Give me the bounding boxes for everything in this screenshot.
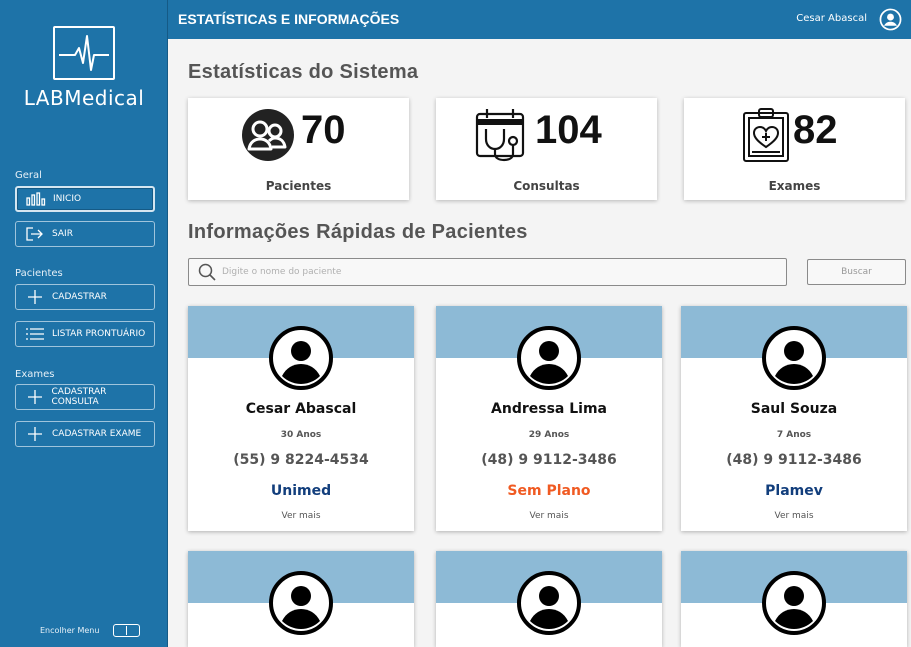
plus-icon — [24, 290, 46, 304]
patient-phone: (55) 9 8224-4534 — [233, 452, 369, 468]
sidebar-item-label: CADASTRAR CONSULTA — [51, 387, 107, 407]
sidebar-item-label: LISTAR PRONTUÁRIO — [52, 329, 146, 339]
logout-icon — [24, 227, 46, 241]
sidebar-item-label: INICIO — [53, 194, 82, 204]
patient-card — [188, 551, 414, 647]
see-more-link[interactable]: Ver mais — [436, 511, 662, 521]
sidebar-item-sair[interactable]: SAIR — [15, 221, 155, 247]
patient-card: Saul Souza 7 Anos (48) 9 9112-3486 Plame… — [681, 306, 907, 531]
patient-age: 7 Anos — [776, 430, 812, 440]
user-avatar-icon — [517, 326, 581, 390]
logo-text: LABMedical — [23, 86, 145, 110]
stat-card-exames: 82 Exames — [684, 98, 905, 200]
calendar-stethoscope-icon — [474, 107, 528, 167]
sidebar: LABMedical Geral INICIO SAIR Pacientes C… — [0, 0, 168, 647]
patient-card: Andressa Lima 29 Anos (48) 9 9112-3486 S… — [436, 306, 662, 531]
stat-label: Exames — [768, 179, 821, 193]
plus-icon — [24, 427, 46, 441]
collapse-menu-label: Encolher Menu — [40, 626, 100, 635]
sidebar-group-exames: Exames — [15, 369, 55, 380]
sidebar-item-cadastrar[interactable]: CADASTRAR — [15, 284, 155, 310]
patients-section-title: Informações Rápidas de Pacientes — [188, 221, 528, 243]
sidebar-item-cadastrar-consulta[interactable]: CADASTRAR CONSULTA — [15, 384, 155, 410]
sidebar-item-listar-prontuario[interactable]: LISTAR PRONTUÁRIO — [15, 321, 155, 347]
clipboard-heart-icon — [742, 107, 790, 167]
stat-label: Consultas — [513, 179, 580, 193]
collapse-toggle[interactable] — [113, 624, 141, 637]
top-bar: ESTATÍSTICAS E INFORMAÇÕES Cesar Abascal — [168, 0, 911, 39]
patient-name: Saul Souza — [750, 401, 838, 417]
patient-name: Andressa Lima — [491, 401, 607, 417]
patient-phone: (48) 9 9112-3486 — [726, 452, 862, 468]
main-content: Estatísticas do Sistema 70 Pacientes 104… — [168, 39, 911, 647]
search-icon — [198, 263, 216, 281]
patient-card — [681, 551, 907, 647]
search-box — [188, 258, 787, 286]
patient-card: Cesar Abascal 30 Anos (55) 9 8224-4534 U… — [188, 306, 414, 531]
see-more-link[interactable]: Ver mais — [188, 511, 414, 521]
page-title: ESTATÍSTICAS E INFORMAÇÕES — [178, 11, 400, 27]
patient-age: 29 Anos — [528, 430, 570, 440]
patient-card — [436, 551, 662, 647]
bar-chart-icon — [25, 192, 47, 206]
app: LABMedical Geral INICIO SAIR Pacientes C… — [0, 0, 911, 647]
patient-phone: (48) 9 9112-3486 — [481, 452, 617, 468]
patient-plan: Plamev — [765, 483, 823, 499]
user-avatar-icon — [269, 326, 333, 390]
user-avatar-icon — [269, 571, 333, 635]
stat-value: 82 — [793, 108, 838, 152]
stat-label: Pacientes — [265, 179, 332, 193]
sidebar-item-label: CADASTRAR EXAME — [52, 429, 142, 439]
user-name[interactable]: Cesar Abascal — [796, 13, 867, 24]
patient-plan: Sem Plano — [507, 483, 591, 499]
stat-card-consultas: 104 Consultas — [436, 98, 657, 200]
stat-value: 104 — [535, 108, 602, 152]
list-icon — [24, 327, 46, 341]
user-avatar-icon — [762, 326, 826, 390]
search-input[interactable] — [222, 267, 762, 277]
plus-icon — [24, 390, 46, 404]
patient-age: 30 Anos — [280, 430, 322, 440]
user-avatar-icon — [762, 571, 826, 635]
patient-name: Cesar Abascal — [245, 401, 357, 417]
sidebar-group-geral: Geral — [15, 170, 42, 181]
search-button[interactable]: Buscar — [807, 259, 906, 285]
sidebar-item-cadastrar-exame[interactable]: CADASTRAR EXAME — [15, 421, 155, 447]
user-avatar-icon — [517, 571, 581, 635]
sidebar-item-inicio[interactable]: INICIO — [15, 186, 155, 212]
stat-value: 70 — [301, 108, 346, 152]
see-more-link[interactable]: Ver mais — [681, 511, 907, 521]
collapse-menu: Encolher Menu — [40, 624, 141, 637]
sidebar-group-pacientes: Pacientes — [15, 268, 63, 279]
user-avatar-icon[interactable] — [879, 8, 902, 35]
sidebar-item-label: CADASTRAR — [52, 292, 107, 302]
logo-heartbeat-icon — [53, 26, 115, 80]
sidebar-item-label: SAIR — [52, 229, 73, 239]
patients-icon — [240, 107, 296, 167]
stats-section-title: Estatísticas do Sistema — [188, 61, 419, 83]
patient-plan: Unimed — [270, 483, 332, 499]
stat-card-pacientes: 70 Pacientes — [188, 98, 409, 200]
